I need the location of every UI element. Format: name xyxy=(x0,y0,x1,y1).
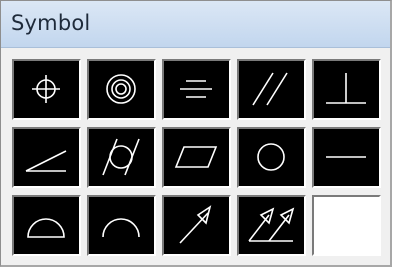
concentricity-icon xyxy=(106,74,136,104)
parallelism-icon xyxy=(252,72,288,106)
symbol-circular-runout-button[interactable] xyxy=(162,195,231,256)
symbol-profile-of-surface-button[interactable] xyxy=(12,195,81,256)
angularity-icon xyxy=(25,150,67,172)
flatness-icon xyxy=(174,146,218,168)
perpendicularity-icon xyxy=(326,73,366,104)
symbol-profile-of-line-button[interactable] xyxy=(87,195,156,256)
profile-of-surface-icon xyxy=(27,218,65,238)
symbol-flatness-button[interactable] xyxy=(162,127,231,188)
symbol-dialog: Symbol xyxy=(0,0,392,267)
symbol-concentricity-button[interactable] xyxy=(87,59,156,120)
symmetry-icon xyxy=(180,80,212,98)
symbol-circularity-button[interactable] xyxy=(237,127,306,188)
symbol-grid xyxy=(12,59,382,259)
circularity-icon xyxy=(257,143,285,171)
profile-of-line-icon xyxy=(102,218,140,238)
symbol-perpendicularity-button[interactable] xyxy=(312,59,381,120)
dialog-title: Symbol xyxy=(11,11,91,35)
symbol-cylindricity-button[interactable] xyxy=(87,127,156,188)
straightness-icon xyxy=(326,156,366,158)
title-bar: Symbol xyxy=(1,1,390,48)
cylindricity-icon xyxy=(102,138,140,176)
symbol-straightness-button[interactable] xyxy=(312,127,381,188)
symbol-angularity-button[interactable] xyxy=(12,127,81,188)
symbol-total-runout-button[interactable] xyxy=(237,195,306,256)
symbol-position-button[interactable] xyxy=(12,59,81,120)
symbol-symmetry-button[interactable] xyxy=(162,59,231,120)
symbol-none-button[interactable] xyxy=(312,195,381,256)
position-icon xyxy=(32,75,60,103)
total-runout-icon xyxy=(248,207,295,242)
circular-runout-icon xyxy=(179,205,212,244)
symbol-parallelism-button[interactable] xyxy=(237,59,306,120)
